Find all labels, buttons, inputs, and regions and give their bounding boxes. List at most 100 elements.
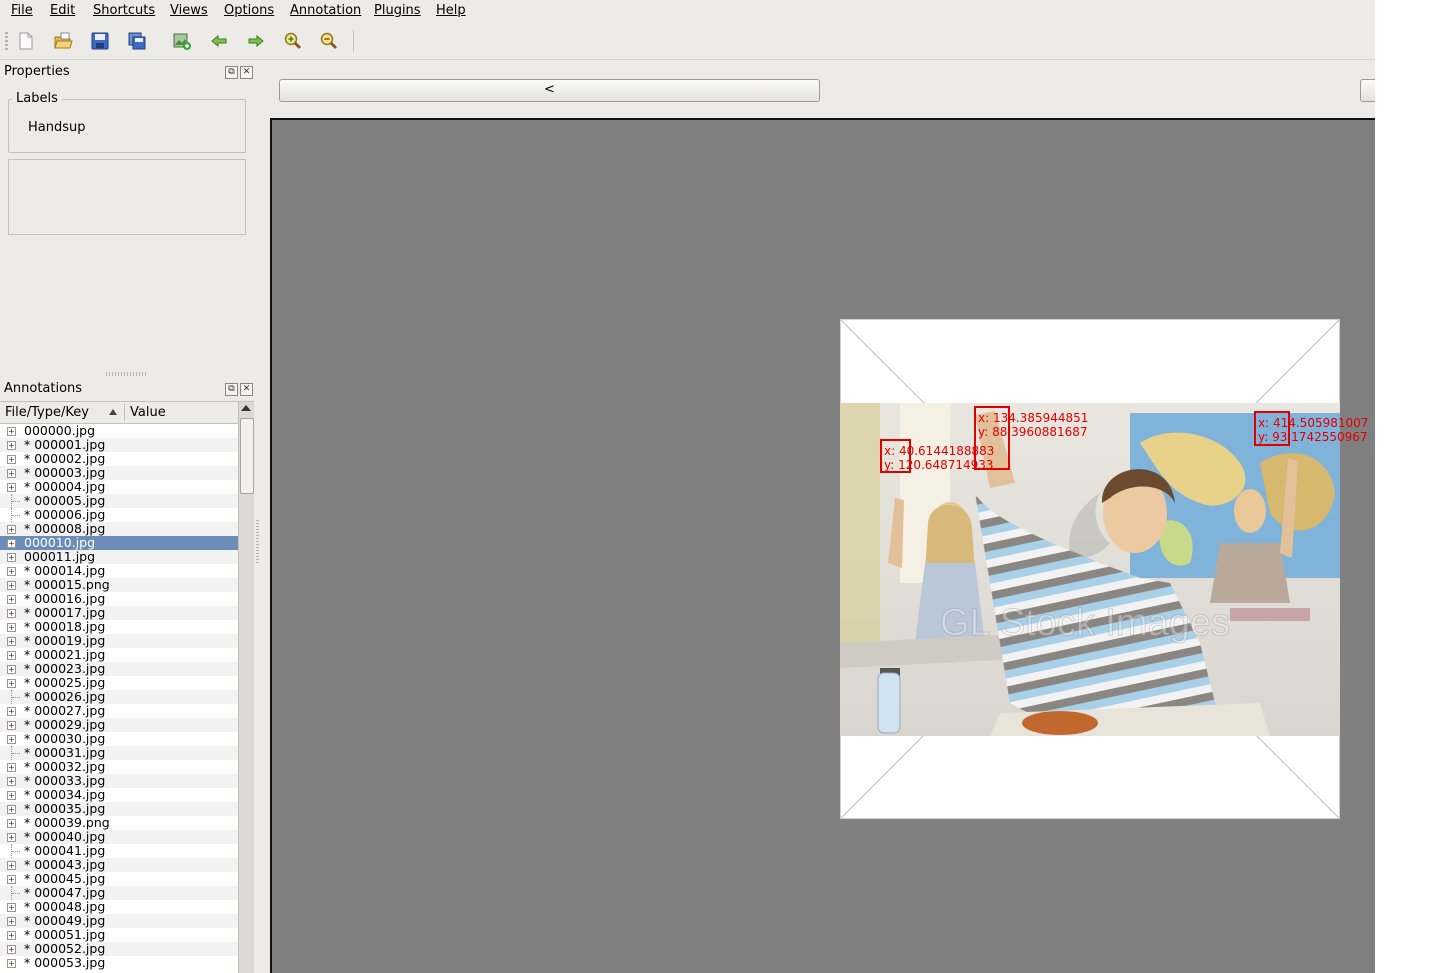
tree-row[interactable]: + * 000004.jpg [0,480,238,494]
expand-icon[interactable]: + [7,917,16,926]
column-file-type-key[interactable]: File/Type/Key [5,405,89,420]
expand-icon[interactable]: + [7,861,16,870]
expand-icon[interactable]: + [7,707,16,716]
expand-icon[interactable]: + [7,679,16,688]
expand-icon[interactable]: + [7,469,16,478]
tree-row[interactable]: * 000031.jpg [0,746,238,760]
tree-row[interactable]: + * 000032.jpg [0,760,238,774]
toolbar-grip[interactable] [5,32,8,50]
tree-row[interactable]: + * 000048.jpg [0,900,238,914]
annotations-dock-title[interactable]: Annotations ⧉ ✕ [0,378,254,400]
save-icon[interactable] [90,31,110,51]
tree-row[interactable]: + * 000030.jpg [0,732,238,746]
column-divider[interactable] [124,404,125,421]
properties-dock-title[interactable]: Properties ⧉ ✕ [0,61,254,83]
menu-shortcuts[interactable]: Shortcuts [93,3,155,19]
tree-row[interactable]: + * 000053.jpg [0,956,238,970]
zoom-out-icon[interactable] [319,31,339,51]
tree-row[interactable]: + * 000034.jpg [0,788,238,802]
scroll-up-icon[interactable] [241,405,251,411]
menu-help[interactable]: Help [436,3,466,19]
tree-row[interactable]: + * 000043.jpg [0,858,238,872]
tree-row[interactable]: * 000041.jpg [0,844,238,858]
expand-icon[interactable]: + [7,833,16,842]
close-icon[interactable]: ✕ [240,66,253,79]
tree-row[interactable]: + * 000015.png [0,578,238,592]
expand-icon[interactable]: + [7,791,16,800]
expand-icon[interactable]: + [7,525,16,534]
float-icon[interactable]: ⧉ [225,66,238,79]
column-value[interactable]: Value [130,405,166,420]
expand-icon[interactable]: + [7,875,16,884]
tree-row[interactable]: + * 000018.jpg [0,620,238,634]
tree-row[interactable]: + * 000052.jpg [0,942,238,956]
tree-row[interactable]: + * 000021.jpg [0,648,238,662]
menu-edit[interactable]: Edit [50,3,75,19]
tree-row[interactable]: + * 000029.jpg [0,718,238,732]
tree-scrollbar[interactable] [238,402,254,973]
new-file-icon[interactable] [16,31,36,51]
tree-row[interactable]: + * 000017.jpg [0,606,238,620]
expand-icon[interactable]: + [7,735,16,744]
expand-icon[interactable]: + [7,651,16,660]
expand-icon[interactable]: + [7,945,16,954]
expand-icon[interactable]: + [7,567,16,576]
tree-row[interactable]: + * 000045.jpg [0,872,238,886]
tree-row[interactable]: + * 000019.jpg [0,634,238,648]
expand-icon[interactable]: + [7,553,16,562]
tree-row[interactable]: * 000005.jpg [0,494,238,508]
expand-icon[interactable]: + [7,623,16,632]
zoom-in-icon[interactable] [283,31,303,51]
tree-row[interactable]: + * 000033.jpg [0,774,238,788]
expand-icon[interactable]: + [7,581,16,590]
expand-icon[interactable]: + [7,819,16,828]
tree-row[interactable]: + * 000003.jpg [0,466,238,480]
add-image-icon[interactable] [172,31,192,51]
label-handsup[interactable]: Handsup [28,120,86,135]
menu-options[interactable]: Options [224,3,274,19]
panel-splitter[interactable] [256,520,259,565]
expand-icon[interactable]: + [7,959,16,968]
tree-row[interactable]: + * 000027.jpg [0,704,238,718]
menu-plugins[interactable]: Plugins [374,3,421,19]
menu-views[interactable]: Views [170,3,208,19]
tree-row[interactable]: + * 000002.jpg [0,452,238,466]
tree-row[interactable]: + * 000040.jpg [0,830,238,844]
tree-row[interactable]: + * 000008.jpg [0,522,238,536]
tree-row[interactable]: +000010.jpg [0,536,238,550]
tree-row[interactable]: + * 000014.jpg [0,564,238,578]
expand-icon[interactable]: + [7,595,16,604]
tree-row[interactable]: + * 000049.jpg [0,914,238,928]
expand-icon[interactable]: + [7,721,16,730]
tree-row[interactable]: + * 000001.jpg [0,438,238,452]
tree-row[interactable]: +000011.jpg [0,550,238,564]
expand-icon[interactable]: + [7,455,16,464]
expand-icon[interactable]: + [7,609,16,618]
menu-file[interactable]: File [11,3,33,19]
tree-row[interactable]: + * 000025.jpg [0,676,238,690]
expand-icon[interactable]: + [7,637,16,646]
expand-icon[interactable]: + [7,931,16,940]
tree-row[interactable]: * 000047.jpg [0,886,238,900]
expand-icon[interactable]: + [7,483,16,492]
expand-icon[interactable]: + [7,777,16,786]
expand-icon[interactable]: + [7,665,16,674]
tree-row[interactable]: +000000.jpg [0,424,238,438]
tree-row[interactable]: + * 000023.jpg [0,662,238,676]
next-button[interactable] [1360,79,1375,102]
menu-annotation[interactable]: Annotation [290,3,361,19]
expand-icon[interactable]: + [7,805,16,814]
previous-button[interactable]: < [279,79,820,102]
expand-icon[interactable]: + [7,539,16,548]
tree-row[interactable]: + * 000039.png [0,816,238,830]
scrollbar-thumb[interactable] [240,418,254,494]
tree-row[interactable]: + * 000016.jpg [0,592,238,606]
close-icon[interactable]: ✕ [240,383,253,396]
tree-row[interactable]: * 000006.jpg [0,508,238,522]
arrow-right-icon[interactable] [246,31,266,51]
save-as-icon[interactable] [127,31,147,51]
expand-icon[interactable]: + [7,763,16,772]
tree-row[interactable]: + * 000051.jpg [0,928,238,942]
expand-icon[interactable]: + [7,903,16,912]
open-folder-icon[interactable] [53,31,73,51]
